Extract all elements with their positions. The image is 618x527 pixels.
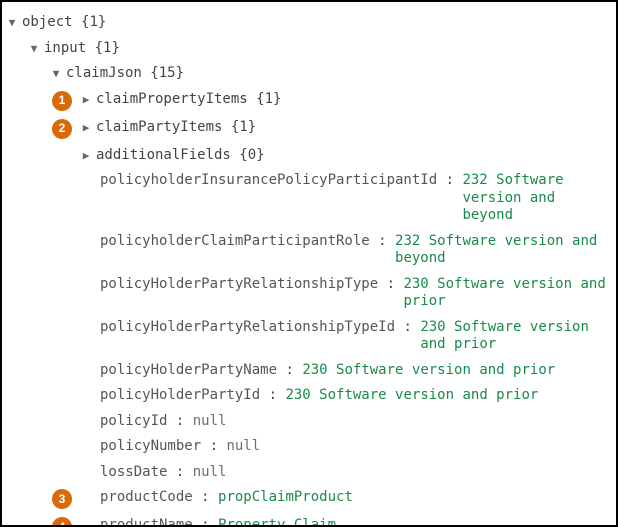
node-label: additionalFields {0}	[96, 147, 265, 165]
property-key: policyholderClaimParticipantRole :	[100, 233, 395, 268]
tree-node: policyHolderPartyRelationshipType : 230 …	[6, 272, 612, 315]
json-tree-viewer: ▼ object {1} ▼ input {1} ▼ claimJson {15…	[0, 0, 618, 527]
annotation-badge: 2	[52, 119, 72, 139]
property-value: 230 Software version and prior	[420, 319, 612, 354]
property-value: Property Claim	[218, 517, 612, 527]
tree-node: lossDate : null	[6, 460, 612, 486]
annotation-badge: 3	[52, 489, 72, 509]
property-key: productName :	[100, 517, 218, 527]
property-value: 232 Software version and beyond	[462, 172, 612, 225]
tree-node: policyHolderPartyRelationshipTypeId : 23…	[6, 315, 612, 358]
tree-node-input[interactable]: ▼ input {1}	[6, 36, 612, 62]
property-key: policyHolderPartyRelationshipType :	[100, 276, 403, 311]
tree-node[interactable]: 1 ▶ claimPropertyItems {1}	[6, 87, 612, 115]
tree-node: policyId : null	[6, 409, 612, 435]
property-value: 230 Software version and prior	[403, 276, 612, 311]
property-value: 230 Software version and prior	[285, 387, 612, 405]
property-key: policyholderInsurancePolicyParticipantId…	[100, 172, 462, 225]
tree-node[interactable]: ▶ additionalFields {0}	[6, 143, 612, 169]
caret-down-icon[interactable]: ▼	[28, 42, 40, 56]
caret-right-icon[interactable]: ▶	[80, 93, 92, 107]
tree-node: 4 productName : Property Claim	[6, 513, 612, 527]
property-key: productCode :	[100, 489, 218, 507]
node-label: claimPartyItems {1}	[96, 119, 256, 137]
tree-node-claimjson[interactable]: ▼ claimJson {15}	[6, 61, 612, 87]
tree-node: policyholderClaimParticipantRole : 232 S…	[6, 229, 612, 272]
tree-node[interactable]: 2 ▶ claimPartyItems {1}	[6, 115, 612, 143]
tree-node: 3 productCode : propClaimProduct	[6, 485, 612, 513]
property-value: 232 Software version and beyond	[395, 233, 612, 268]
caret-down-icon[interactable]: ▼	[6, 16, 18, 30]
node-label: claimPropertyItems {1}	[96, 91, 281, 109]
property-key: policyHolderPartyRelationshipTypeId :	[100, 319, 420, 354]
tree-node: policyholderInsurancePolicyParticipantId…	[6, 168, 612, 229]
property-value: null	[226, 438, 612, 456]
caret-right-icon[interactable]: ▶	[80, 149, 92, 163]
property-key: lossDate :	[100, 464, 193, 482]
tree-node: policyHolderPartyName : 230 Software ver…	[6, 358, 612, 384]
node-label: claimJson {15}	[66, 65, 184, 83]
node-label: input {1}	[44, 40, 120, 58]
tree-node-root[interactable]: ▼ object {1}	[6, 10, 612, 36]
annotation-badge: 1	[52, 91, 72, 111]
tree-node: policyNumber : null	[6, 434, 612, 460]
caret-right-icon[interactable]: ▶	[80, 121, 92, 135]
property-key: policyNumber :	[100, 438, 226, 456]
property-key: policyHolderPartyId :	[100, 387, 285, 405]
property-value: null	[193, 413, 612, 431]
annotation-badge: 4	[52, 517, 72, 527]
property-key: policyId :	[100, 413, 193, 431]
node-label: object {1}	[22, 14, 106, 32]
caret-down-icon[interactable]: ▼	[50, 67, 62, 81]
property-key: policyHolderPartyName :	[100, 362, 302, 380]
property-value: null	[193, 464, 612, 482]
property-value: 230 Software version and prior	[302, 362, 612, 380]
property-value: propClaimProduct	[218, 489, 612, 507]
tree-node: policyHolderPartyId : 230 Software versi…	[6, 383, 612, 409]
